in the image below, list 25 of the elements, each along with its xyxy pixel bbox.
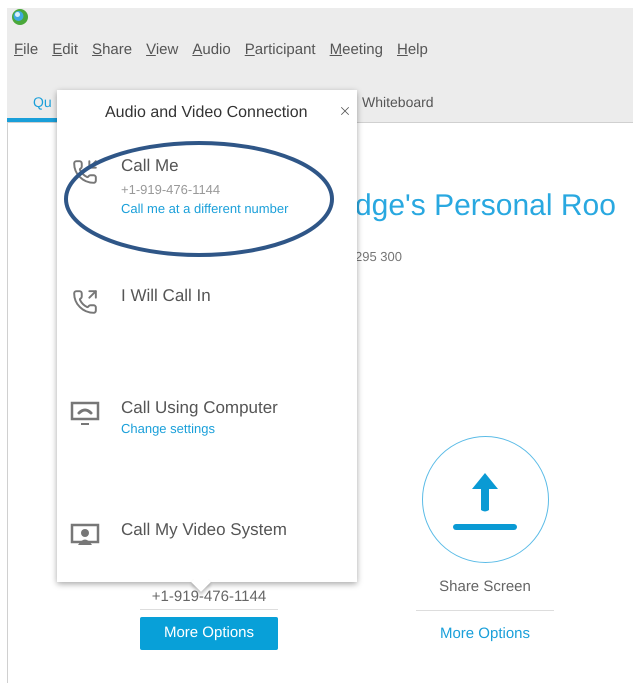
tab[interactable]: Whiteboard <box>362 90 434 122</box>
phone-number: +1-919-476-1144 <box>150 587 268 607</box>
menu-item[interactable]: File <box>14 38 38 62</box>
option-phone: +1-919-476-1144 <box>121 181 222 199</box>
option-label[interactable]: Call Me <box>121 155 288 177</box>
monitor-person-icon <box>70 523 100 547</box>
phone-outgoing-icon <box>72 289 98 315</box>
app-logo-icon <box>11 8 29 26</box>
menu-item[interactable]: View <box>146 38 178 62</box>
menu-item[interactable]: Audio <box>192 38 231 62</box>
menu-item[interactable]: Share <box>92 38 132 62</box>
meeting-title: dge's Personal Roo <box>355 189 616 223</box>
monitor-handset-icon <box>70 401 100 427</box>
option-label[interactable]: I Will Call In <box>121 285 211 307</box>
option-label[interactable]: Call My Video System <box>121 519 287 541</box>
menu-item[interactable]: Help <box>396 38 428 62</box>
option-label[interactable]: Call Using Computer <box>121 397 278 419</box>
menu-item[interactable]: Edit <box>52 38 78 62</box>
phone-incoming-icon <box>72 159 98 185</box>
share-screen-label: Share Screen <box>439 577 531 597</box>
menu-item[interactable]: Participant <box>244 38 316 62</box>
popup-title: Audio and Video Connection <box>105 103 308 123</box>
close-icon[interactable] <box>338 104 352 118</box>
share-screen-button[interactable] <box>422 436 548 563</box>
menu-item[interactable]: Meeting <box>330 38 383 62</box>
